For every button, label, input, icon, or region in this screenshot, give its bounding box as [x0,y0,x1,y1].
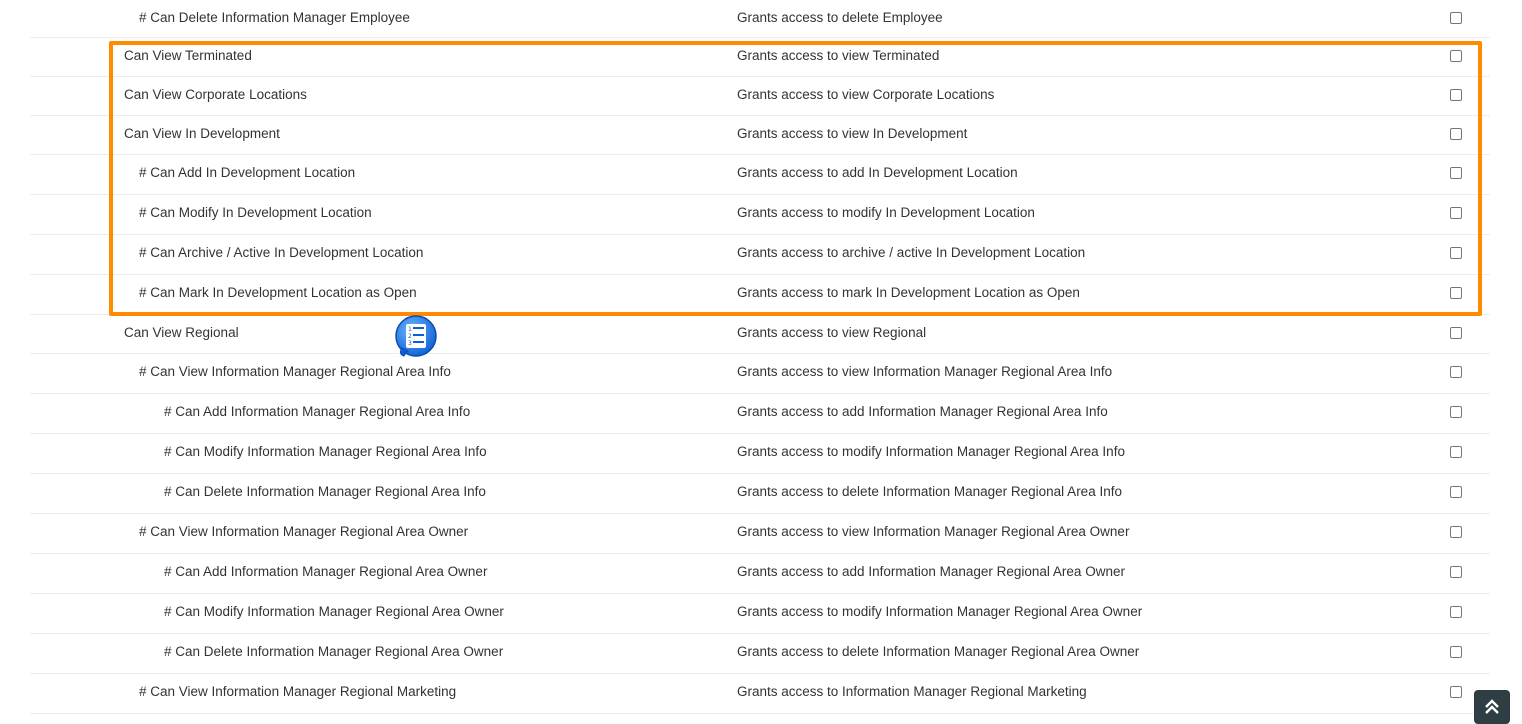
permission-row: # Can Archive / Active In Development Lo… [30,235,1490,275]
permission-row: # Can Delete Information Manager Regiona… [30,634,1490,674]
permission-checkbox[interactable] [1450,486,1462,498]
permission-checkbox[interactable] [1450,128,1462,140]
numbered-list-icon[interactable]: 1 2 3 [394,314,438,358]
permission-row: # Can Add Information Manager Regional A… [30,554,1490,594]
permission-name: # Can Delete Information Manager Regiona… [164,484,486,499]
svg-text:3: 3 [408,340,412,347]
permission-row: # Can Delete Information Manager Regiona… [30,474,1490,514]
permission-row: # Can Modify Information Manager Regiona… [30,434,1490,474]
svg-text:2: 2 [408,333,412,340]
permission-description: Grants access to delete Information Mana… [737,484,1122,499]
permission-row: # Can Delete Information Manager Employe… [30,0,1490,38]
permission-checkbox[interactable] [1450,646,1462,658]
permission-name: # Can View Information Manager Regional … [139,364,451,379]
permission-checkbox[interactable] [1450,446,1462,458]
permission-description: Grants access to modify Information Mana… [737,444,1125,459]
permission-row: # Can Add In Development Location Grants … [30,155,1490,195]
permission-description: Grants access to delete Employee [737,10,943,25]
permission-description: Grants access to view In Development [737,126,968,141]
permission-checkbox[interactable] [1450,167,1462,179]
scroll-to-top-button[interactable] [1474,690,1510,724]
permission-checkbox[interactable] [1450,406,1462,418]
permission-name: # Can Mark In Development Location as Op… [139,285,417,300]
permission-description: Grants access to add In Development Loca… [737,165,1018,180]
permission-checkbox[interactable] [1450,366,1462,378]
permission-name: # Can Add Information Manager Regional A… [164,564,488,579]
permission-checkbox[interactable] [1450,12,1462,24]
permission-checkbox[interactable] [1450,89,1462,101]
permission-name: # Can View Information Manager Regional … [139,524,469,539]
double-chevron-up-icon [1485,699,1499,714]
permission-row: # Can Modify Information Manager Regiona… [30,594,1490,634]
permission-description: Grants access to view Information Manage… [737,524,1130,539]
permission-checkbox[interactable] [1450,606,1462,618]
permission-row: Can View Corporate Locations Grants acces… [30,77,1490,116]
permission-description: Grants access to view Terminated [737,48,940,63]
permission-checkbox[interactable] [1450,50,1462,62]
permission-description: Grants access to delete Information Mana… [737,644,1140,659]
permission-name: Can View Regional [124,325,239,340]
permission-description: Grants access to view Regional [737,325,927,340]
permission-name: Can View Corporate Locations [124,87,307,102]
permission-checkbox[interactable] [1450,566,1462,578]
permission-description: Grants access to view Corporate Location… [737,87,995,102]
permission-name: # Can Delete Information Manager Regiona… [164,644,504,659]
permission-row: Can View Terminated Grants access to view… [30,38,1490,77]
permission-description: Grants access to modify Information Mana… [737,604,1143,619]
permission-checkbox[interactable] [1450,686,1462,698]
permission-name: # Can Modify In Development Location [139,205,372,220]
permission-row: # Can Add Information Manager Regional A… [30,394,1490,434]
permission-description: Grants access to mark In Development Loc… [737,285,1080,300]
permission-name: # Can Delete Information Manager Employe… [139,10,410,25]
permission-row: # Can View Information Manager Regional … [30,674,1490,714]
permission-checkbox[interactable] [1450,526,1462,538]
permission-description: Grants access to add Information Manager… [737,404,1108,419]
permission-description: Grants access to archive / active In Dev… [737,245,1086,260]
permission-name: Can View In Development [124,126,280,141]
permission-name: Can View Terminated [124,48,252,63]
permission-name: # Can Archive / Active In Development Lo… [139,245,424,260]
permission-name: # Can Modify Information Manager Regiona… [164,604,504,619]
permission-checkbox[interactable] [1450,247,1462,259]
permission-row: # Can View Information Manager Regional … [30,354,1490,394]
permission-row: # Can View Information Manager Regional … [30,514,1490,554]
permission-row: Can View In Development Grants access to … [30,116,1490,155]
permission-description: Grants access to view Information Manage… [737,364,1113,379]
svg-text:1: 1 [408,326,412,333]
permission-row: # Can Modify In Development Location Gran… [30,195,1490,235]
permission-row: # Can Mark In Development Location as Op… [30,275,1490,315]
permission-checkbox[interactable] [1450,327,1462,339]
permission-checkbox[interactable] [1450,207,1462,219]
permission-name: # Can Add In Development Location [139,165,356,180]
permission-name: # Can Modify Information Manager Regiona… [164,444,487,459]
permissions-table: # Can Delete Information Manager Employe… [30,0,1490,714]
permission-checkbox[interactable] [1450,287,1462,299]
permission-description: Grants access to Information Manager Reg… [737,684,1087,699]
permission-description: Grants access to add Information Manager… [737,564,1125,579]
permission-name: # Can View Information Manager Regional … [139,684,457,699]
permission-description: Grants access to modify In Development L… [737,205,1035,220]
permission-row: Can View Regional Grants access to view R… [30,315,1490,354]
permission-name: # Can Add Information Manager Regional A… [164,404,471,419]
